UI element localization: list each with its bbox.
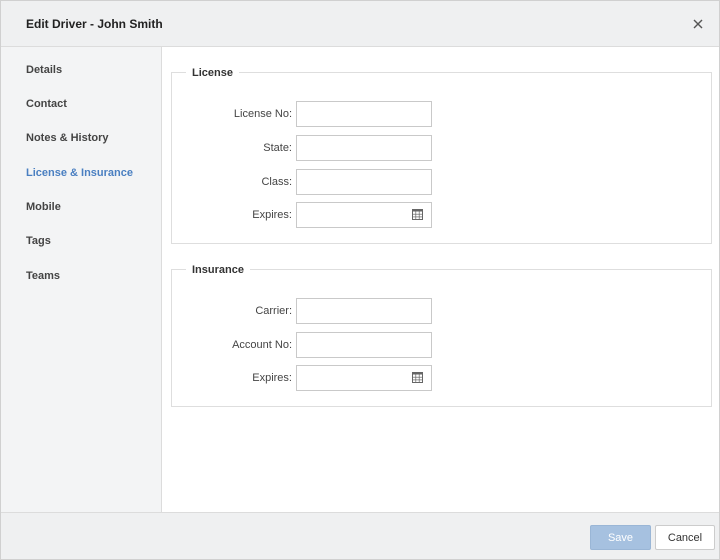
dialog-title: Edit Driver - John Smith: [26, 17, 163, 31]
license-no-label: License No:: [233, 108, 292, 120]
save-button[interactable]: Save: [590, 525, 651, 550]
dialog-header: Edit Driver - John Smith: [1, 1, 719, 47]
sidebar-item-details[interactable]: Details: [26, 64, 62, 76]
class-input[interactable]: [296, 169, 432, 195]
sidebar-item-contact[interactable]: Contact: [26, 98, 67, 110]
insurance-legend: Insurance: [186, 264, 250, 276]
cancel-button[interactable]: Cancel: [655, 525, 715, 550]
state-input[interactable]: [296, 135, 432, 161]
close-icon[interactable]: [689, 15, 707, 33]
license-expires-label: Expires:: [252, 209, 292, 221]
sidebar-item-license-insurance[interactable]: License & Insurance: [26, 167, 133, 179]
class-label: Class:: [261, 176, 292, 188]
calendar-icon[interactable]: [412, 372, 423, 383]
license-expires-picker: [296, 202, 432, 228]
edit-driver-dialog: Edit Driver - John Smith Details Contact…: [0, 0, 720, 560]
insurance-expires-label: Expires:: [252, 372, 292, 384]
carrier-input[interactable]: [296, 298, 432, 324]
insurance-section: Insurance Carrier: Account No: Expires:: [171, 264, 712, 407]
carrier-label: Carrier:: [255, 305, 292, 317]
sidebar-nav: Details Contact Notes & History License …: [1, 47, 162, 512]
account-no-label: Account No:: [232, 339, 292, 351]
license-section: License License No: State: Class: Expire…: [171, 67, 712, 244]
license-no-input[interactable]: [296, 101, 432, 127]
sidebar-item-teams[interactable]: Teams: [26, 270, 60, 282]
calendar-icon[interactable]: [412, 209, 423, 220]
sidebar-item-tags[interactable]: Tags: [26, 235, 51, 247]
dialog-footer: Save Cancel: [1, 512, 719, 559]
sidebar-item-mobile[interactable]: Mobile: [26, 201, 61, 213]
state-label: State:: [263, 142, 292, 154]
sidebar-item-notes-history[interactable]: Notes & History: [26, 132, 109, 144]
account-no-input[interactable]: [296, 332, 432, 358]
license-legend: License: [186, 67, 239, 79]
insurance-expires-picker: [296, 365, 432, 391]
